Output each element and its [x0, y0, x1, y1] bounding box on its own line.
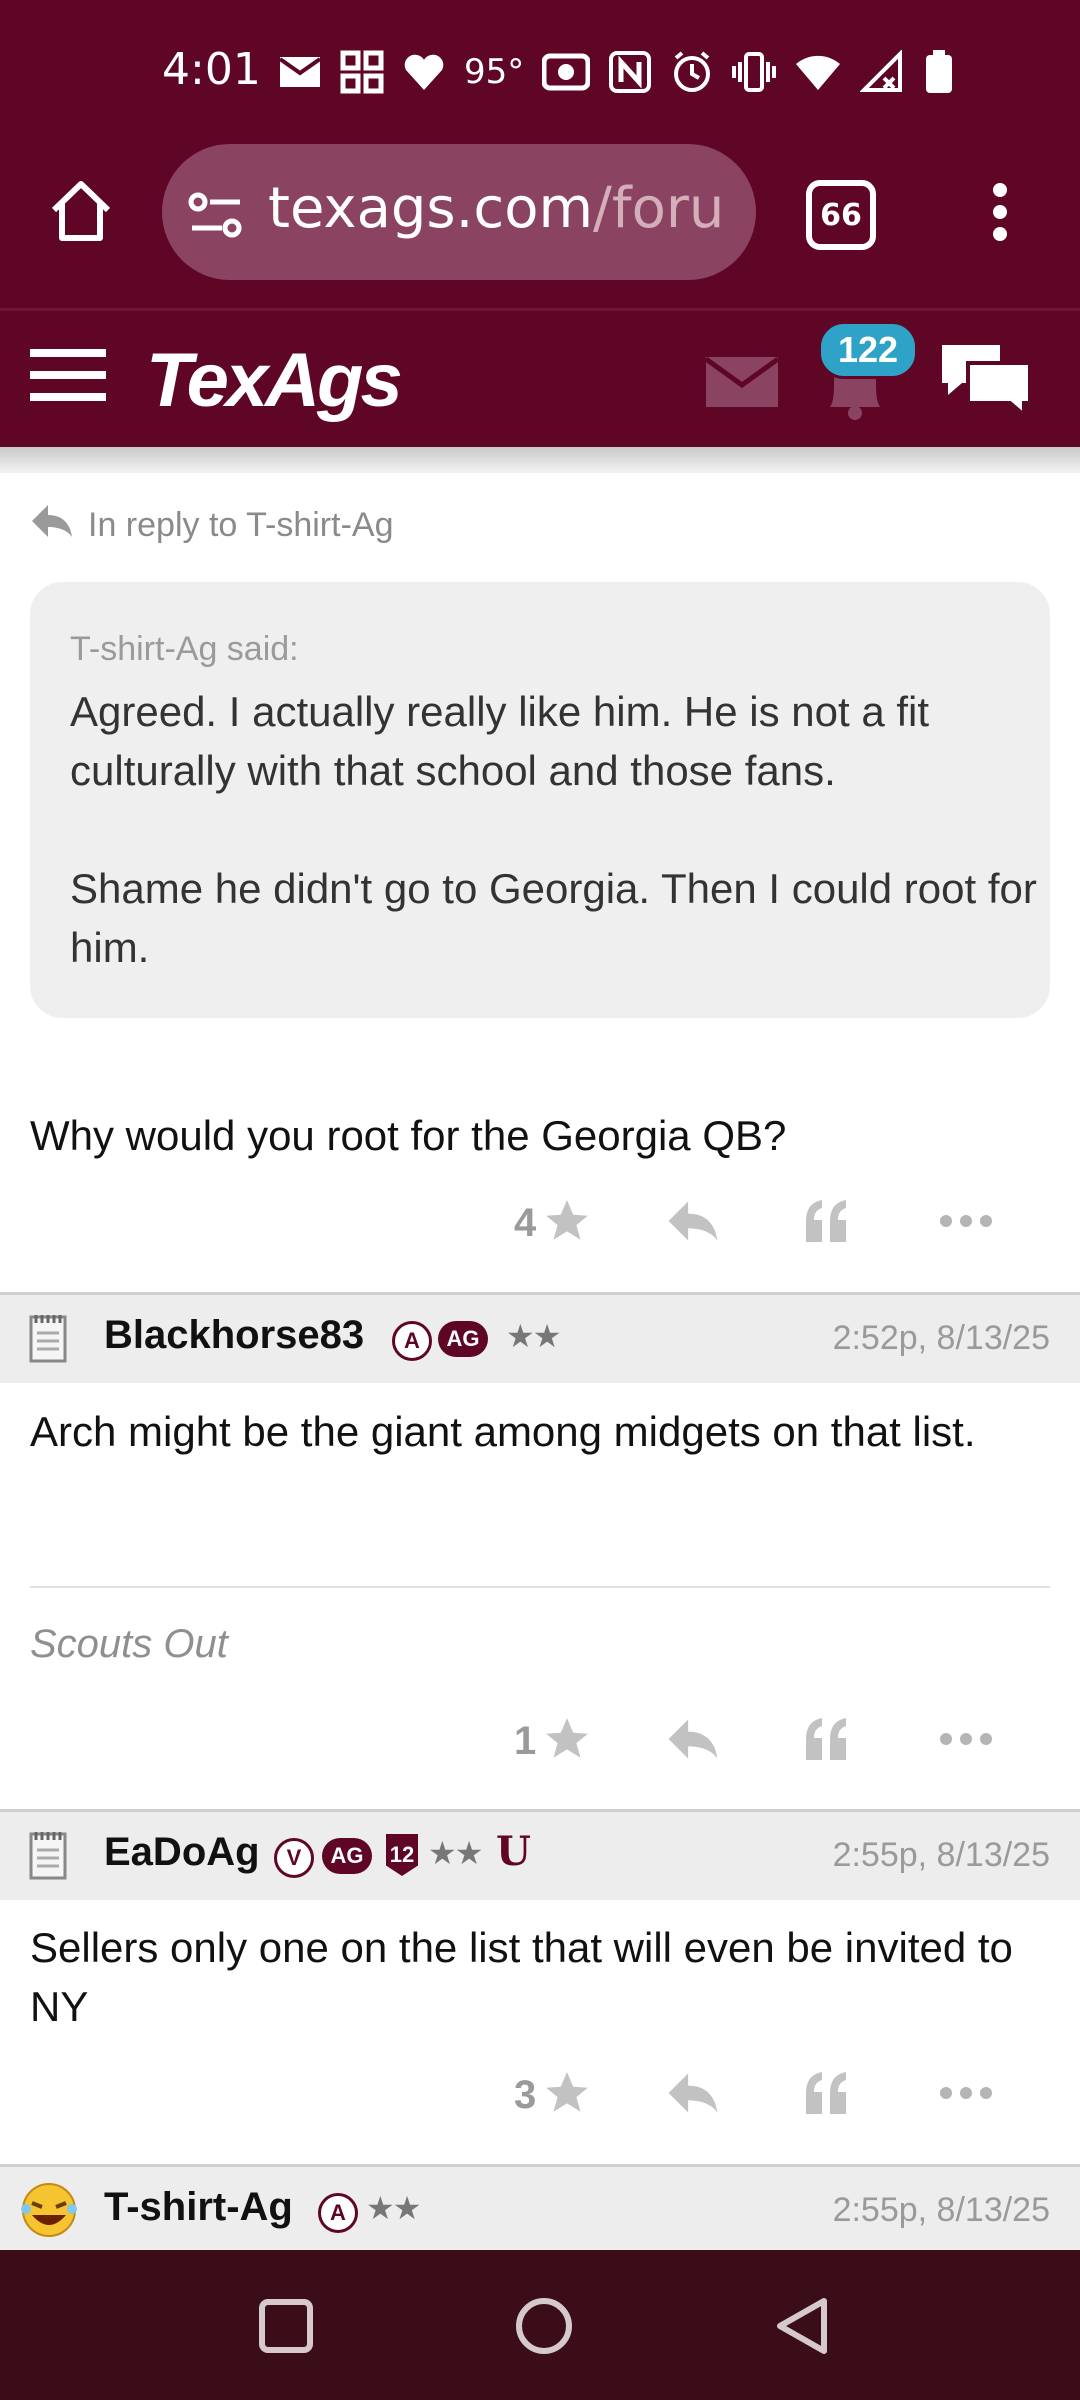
reply-icon[interactable]: [666, 1199, 720, 1248]
user-badge-u: U: [496, 1828, 531, 1875]
post-header: Blackhorse83 A AG ★★ 2:52p, 8/13/25: [0, 1292, 1080, 1383]
camera-icon: [542, 52, 591, 92]
site-logo[interactable]: TexAgs: [146, 337, 403, 424]
username[interactable]: Blackhorse83: [104, 1313, 364, 1358]
quote-icon[interactable]: [802, 1716, 852, 1767]
post-header: EaDoAg V AG 12 ★★ U 2:55p, 8/13/25: [0, 1809, 1080, 1900]
battery-icon: [924, 49, 954, 95]
quote-icon[interactable]: [802, 1198, 852, 1249]
post-time: 2:55p, 8/13/25: [832, 2191, 1050, 2229]
browser-toolbar: texags.com/forum 66: [0, 140, 1080, 308]
post-actions: 1: [514, 1714, 994, 1769]
system-nav-bar: [0, 2250, 1080, 2400]
site-header: TexAgs 122: [0, 311, 1080, 447]
post-body: Sellers only one on the list that will e…: [30, 1924, 1013, 2030]
notepad-icon: [28, 1311, 68, 1368]
notification-badge[interactable]: 122: [818, 321, 918, 379]
quote-author: T-shirt-Ag said:: [70, 630, 299, 668]
post-body: Arch might be the giant among midgets on…: [30, 1408, 976, 1455]
post-time: 2:52p, 8/13/25: [832, 1319, 1050, 1357]
star-icon[interactable]: [542, 1714, 592, 1769]
home-icon[interactable]: [48, 178, 114, 249]
user-badge-ag: AG: [438, 1321, 488, 1357]
post-time: 2:55p, 8/13/25: [832, 1836, 1050, 1874]
site-settings-icon[interactable]: [188, 192, 244, 243]
more-icon[interactable]: [938, 1731, 994, 1752]
widgets-icon: [340, 50, 384, 94]
hamburger-menu-icon[interactable]: [30, 345, 106, 410]
reply-label: In reply to T-shirt-Ag: [88, 506, 394, 544]
heart-icon: [402, 52, 446, 92]
vibrate-icon: [732, 50, 777, 94]
recents-button-icon[interactable]: [258, 2298, 314, 2359]
chat-icon[interactable]: [938, 339, 1034, 424]
user-stars: ★★: [506, 1318, 561, 1354]
post-body: Why would you root for the Georgia QB?: [30, 1112, 787, 1159]
reply-arrow-icon: [30, 503, 74, 548]
quote-text: Agreed. I actually really like him. He i…: [70, 688, 1037, 971]
home-button-icon[interactable]: [514, 2296, 574, 2361]
user-stars: ★★: [428, 1835, 483, 1871]
status-temperature: 95°: [464, 52, 525, 92]
user-badge-12: 12: [386, 1834, 418, 1876]
laughing-avatar-icon: [18, 2179, 80, 2246]
star-count: 4: [514, 1201, 537, 1245]
status-icons: 95°: [278, 44, 954, 100]
url-path: /forum: [593, 176, 728, 241]
post-actions: 4: [514, 1196, 994, 1251]
user-badge-v: V: [274, 1838, 314, 1878]
username[interactable]: T-shirt-Ag: [104, 2185, 293, 2230]
back-button-icon[interactable]: [774, 2296, 830, 2361]
notepad-icon: [28, 1828, 68, 1885]
username[interactable]: EaDoAg: [104, 1830, 260, 1875]
user-badge-a: A: [318, 2193, 358, 2233]
wifi-icon: [794, 52, 842, 92]
star-count: 1: [514, 1719, 537, 1763]
nfc-icon: [608, 50, 652, 94]
post-signature: Scouts Out: [30, 1622, 228, 1666]
more-options-icon[interactable]: [990, 182, 1010, 247]
star-icon[interactable]: [542, 1196, 592, 1251]
star-icon[interactable]: [542, 2068, 592, 2123]
post-actions: 3: [514, 2068, 994, 2123]
post-header: T-shirt-Ag A ★★ 2:55p, 8/13/25: [0, 2164, 1080, 2255]
quote-block: T-shirt-Ag said: Agreed. I actually real…: [30, 582, 1050, 1018]
alarm-icon: [670, 50, 714, 94]
more-icon[interactable]: [938, 2085, 994, 2106]
quote-icon[interactable]: [802, 2070, 852, 2121]
signature-divider: [30, 1586, 1050, 1588]
user-badge-a: A: [392, 1321, 432, 1361]
more-icon[interactable]: [938, 1213, 994, 1234]
mail-icon: [278, 55, 322, 89]
user-stars: ★★: [366, 2190, 421, 2226]
reply-icon[interactable]: [666, 2071, 720, 2120]
status-bar: 4:01 95°: [0, 0, 1080, 140]
messages-icon[interactable]: [704, 356, 780, 412]
header-shadow: [0, 447, 1080, 473]
url-text[interactable]: texags.com/forum: [268, 176, 728, 241]
reply-indicator[interactable]: In reply to T-shirt-Ag: [30, 503, 394, 548]
tab-switcher-button[interactable]: 66: [806, 180, 876, 250]
reply-icon[interactable]: [666, 1717, 720, 1766]
url-domain: texags.com: [268, 176, 594, 241]
signal-icon: [860, 50, 906, 94]
star-count: 3: [514, 2073, 537, 2117]
user-badge-ag: AG: [322, 1838, 372, 1874]
status-time: 4:01: [162, 44, 261, 95]
